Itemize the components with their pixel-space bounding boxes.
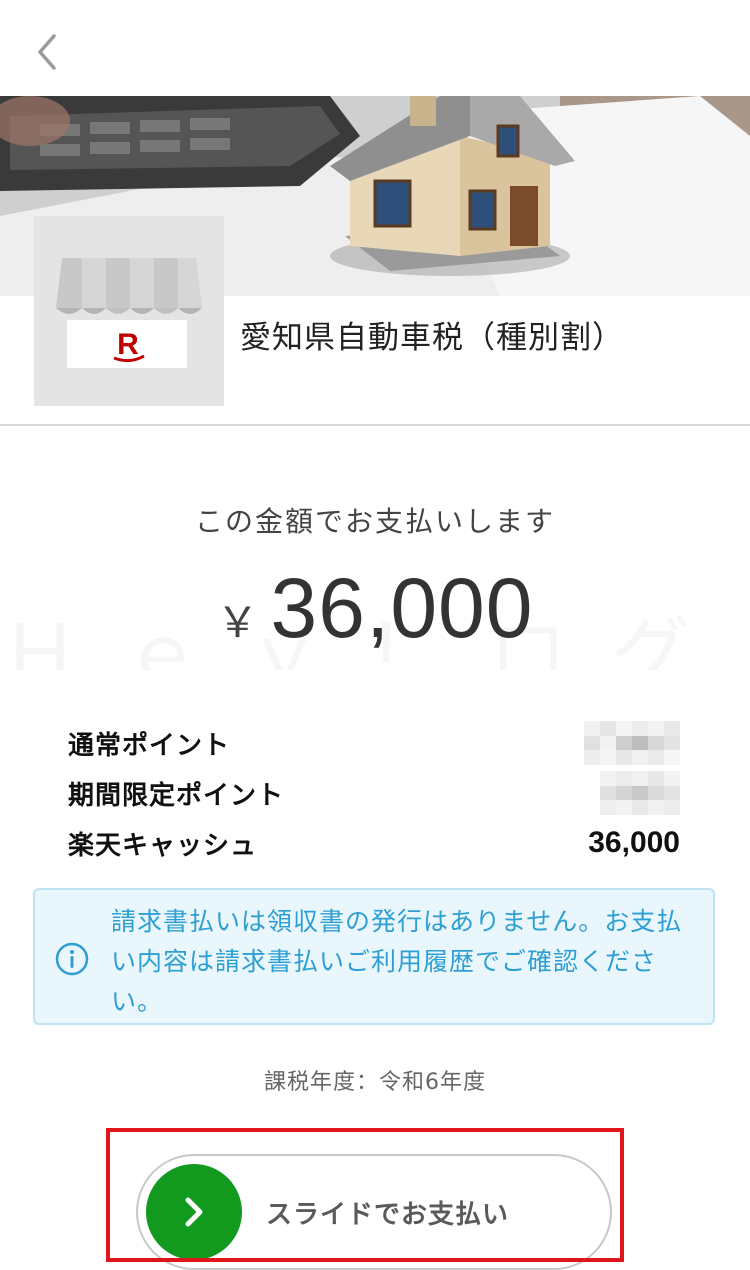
biller-name: 愛知県自動車税（種別割）	[240, 320, 624, 356]
points-breakdown: 通常ポイント 期間限定ポイント 楽天キャッシュ 36,000	[68, 718, 680, 868]
logo-letter: R	[117, 328, 139, 361]
info-notice-text: 請求書払いは領収書の発行はありません。お支払 い内容は請求書払いご利用履歴でご確…	[111, 902, 701, 1022]
point-label: 楽天キャッシュ	[68, 830, 258, 861]
payment-amount-row: ￥ 36,000	[0, 560, 750, 670]
redacted-value	[584, 771, 680, 815]
highlight-box	[106, 1128, 624, 1262]
info-notice: 請求書払いは領収書の発行はありません。お支払 い内容は請求書払いご利用履歴でご確…	[33, 888, 715, 1025]
info-line: 請求書払いは領収書の発行はありません。お支払	[111, 907, 683, 936]
back-button[interactable]	[22, 28, 70, 76]
top-bar	[0, 0, 750, 96]
currency-symbol: ￥	[216, 598, 259, 647]
payment-amount: 36,000	[270, 561, 534, 655]
point-label: 期間限定ポイント	[68, 780, 285, 811]
storefront-icon: R	[56, 258, 202, 368]
info-circle-icon	[55, 942, 89, 976]
point-row-regular: 通常ポイント	[68, 718, 680, 768]
point-value: 36,000	[588, 826, 680, 859]
payment-caption: この金額でお支払いします	[194, 505, 555, 538]
info-line: い内容は請求書払いご利用履歴でご確認くださ	[111, 947, 658, 976]
biller-logo: R	[34, 216, 224, 406]
chevron-left-icon	[38, 34, 56, 70]
info-line: い。	[111, 987, 164, 1016]
point-row-cash: 楽天キャッシュ 36,000	[68, 818, 680, 868]
redacted-value	[584, 721, 680, 765]
divider	[0, 424, 750, 426]
tax-year: 課税年度：令和6年度	[264, 1070, 486, 1095]
point-row-limited: 期間限定ポイント	[68, 768, 680, 818]
point-label: 通常ポイント	[68, 730, 231, 761]
